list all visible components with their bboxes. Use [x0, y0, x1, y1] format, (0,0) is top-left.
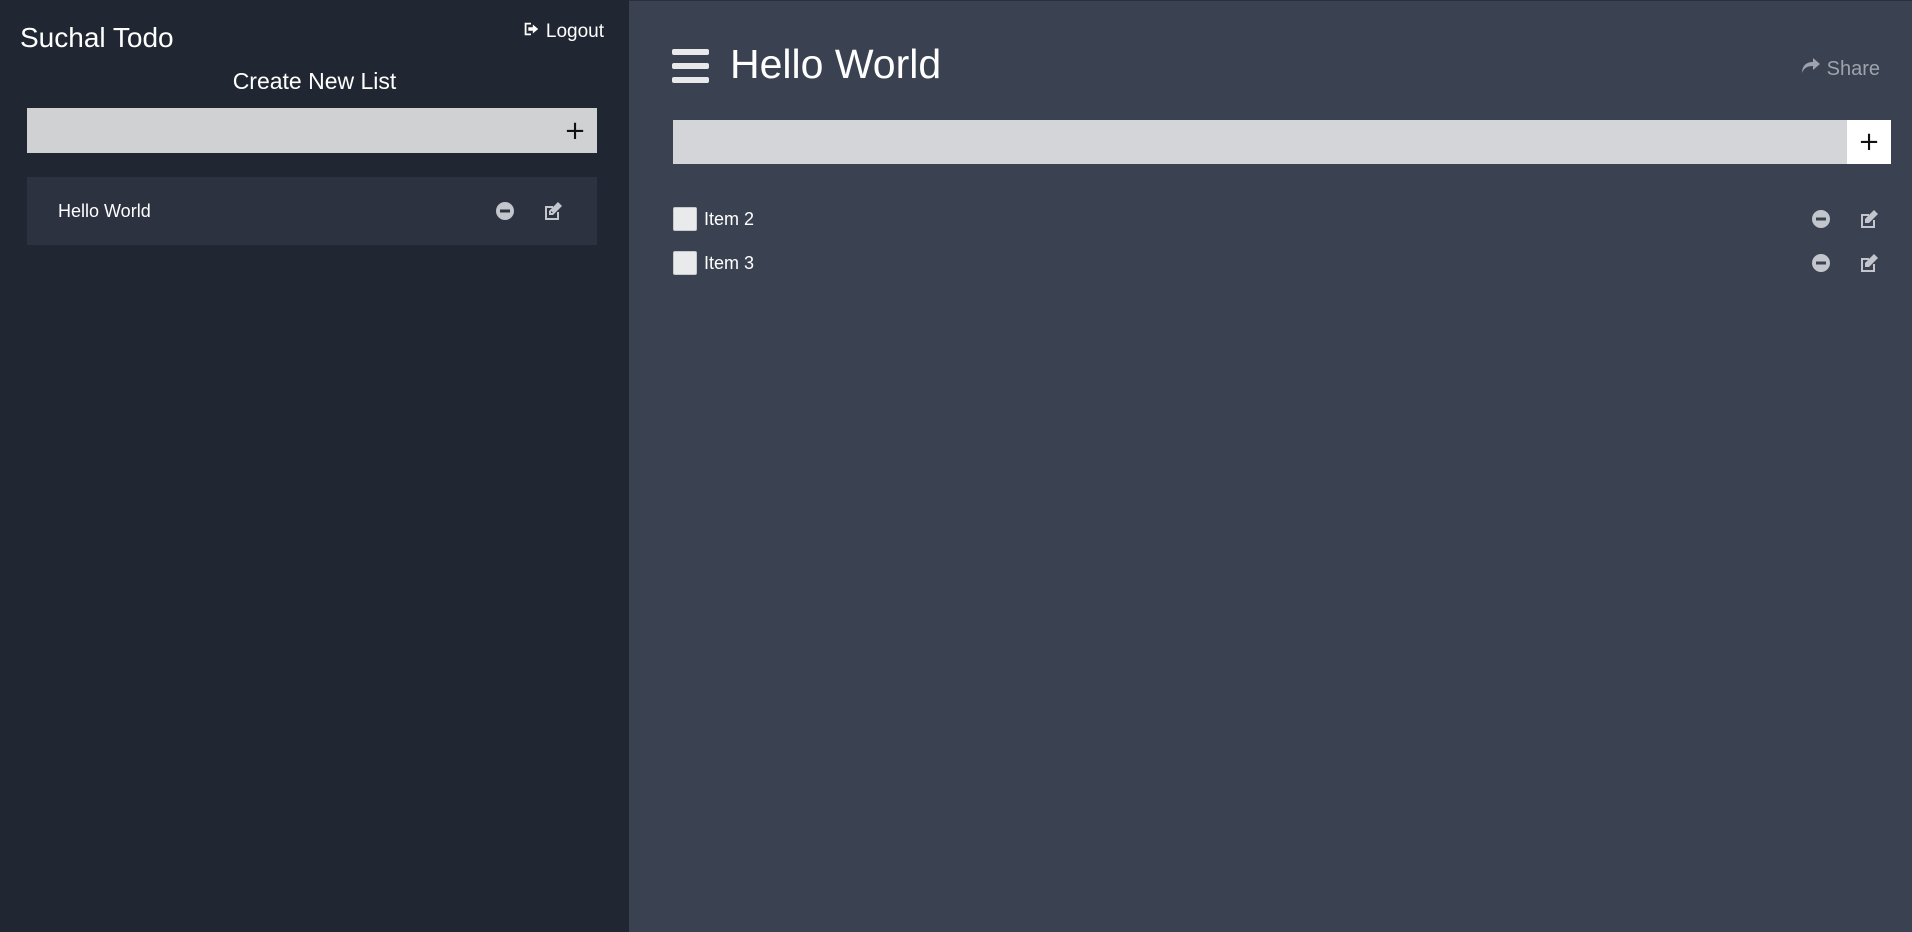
app-title: Suchal Todo [20, 22, 174, 53]
new-list-form: + [27, 108, 597, 153]
todo-item: Item 2 [673, 197, 1891, 241]
item-checkbox[interactable] [673, 207, 697, 231]
list-item[interactable]: Hello World [27, 177, 597, 245]
new-list-input[interactable] [27, 108, 553, 153]
share-label: Share [1826, 57, 1880, 80]
item-label: Item 2 [704, 208, 755, 229]
list-item-name: Hello World [58, 200, 151, 221]
edit-icon[interactable] [1857, 207, 1881, 231]
sign-out-icon [522, 20, 540, 44]
edit-icon[interactable] [541, 199, 565, 223]
sidebar: Suchal Todo Logout Create New List + Hel… [0, 0, 629, 932]
todo-item: Item 3 [673, 241, 1891, 285]
hamburger-menu-icon[interactable] [672, 49, 709, 83]
logout-label: Logout [545, 21, 604, 42]
main-panel: Hello World Share + Item 2 Item 3 [629, 0, 1912, 932]
create-list-heading: Create New List [232, 68, 397, 94]
add-item-button[interactable]: + [1847, 120, 1891, 164]
todo-items-list: Item 2 Item 3 [673, 197, 1891, 285]
new-item-input[interactable] [673, 120, 1847, 164]
minus-circle-icon[interactable] [493, 199, 517, 223]
logout-button[interactable]: Logout [522, 20, 604, 44]
edit-icon[interactable] [1857, 251, 1881, 275]
share-arrow-icon [1801, 57, 1821, 81]
share-button[interactable]: Share [1801, 57, 1880, 81]
add-list-button[interactable]: + [553, 108, 597, 153]
minus-circle-icon[interactable] [1809, 207, 1833, 231]
app-root: Suchal Todo Logout Create New List + Hel… [0, 0, 1912, 932]
item-checkbox[interactable] [673, 251, 697, 275]
item-label: Item 3 [704, 252, 755, 273]
minus-circle-icon[interactable] [1809, 251, 1833, 275]
new-item-form: + [673, 120, 1891, 164]
list-title: Hello World [730, 41, 942, 87]
